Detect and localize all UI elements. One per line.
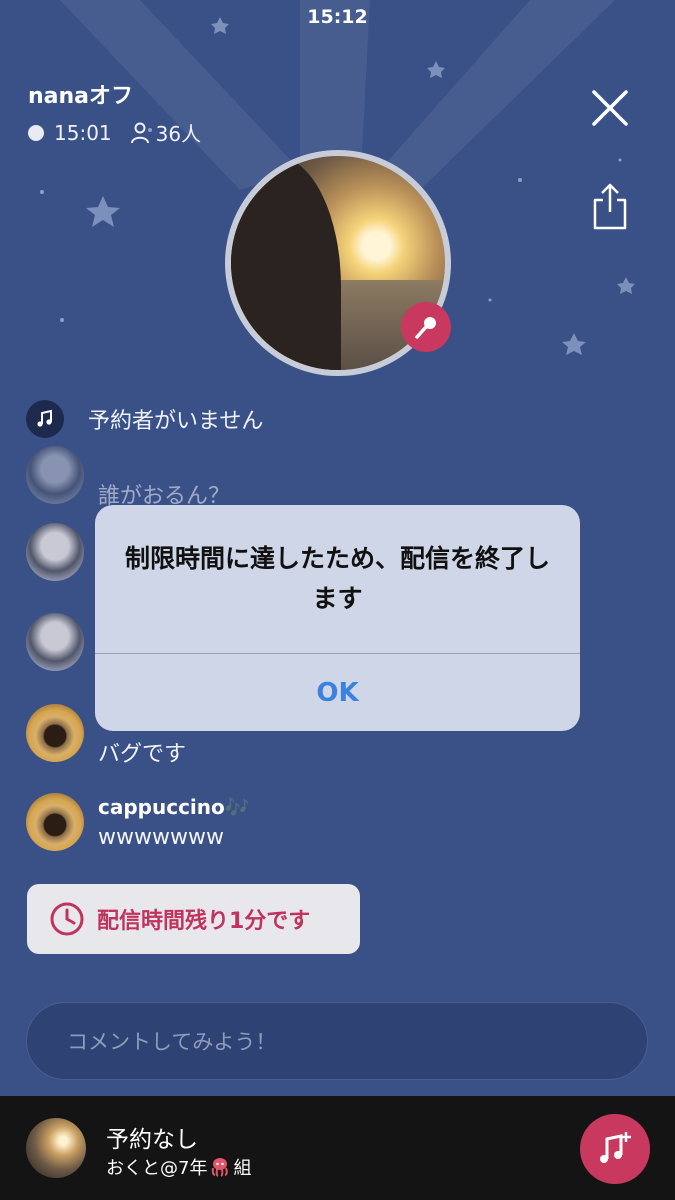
now-playing-title: 予約なし — [106, 1127, 198, 1153]
comment-text: wwwwwww — [98, 825, 224, 850]
comment-text: バグです — [98, 742, 187, 767]
microphone-badge — [401, 302, 451, 352]
now-playing-bar: 予約なし おくと@7年 組 — [0, 1096, 675, 1200]
comment-input[interactable]: コメントしてみよう！ — [26, 1002, 648, 1080]
now-playing-user: おくと@7年 組 — [106, 1154, 251, 1180]
time-remaining-notice: 配信時間残り1分です — [27, 884, 360, 954]
status-bar-time: 15:12 — [307, 6, 368, 28]
avatar-photo-figure — [231, 156, 341, 370]
alert-dialog: 制限時間に達したため、配信を終了します OK — [95, 505, 580, 731]
octopus-icon — [212, 1158, 229, 1177]
reservation-text: 予約者がいません — [88, 409, 264, 434]
commenter-name: cappuccino🎶 — [98, 795, 250, 819]
comment-input-placeholder: コメントしてみよう！ — [67, 1030, 277, 1054]
now-playing-user-prefix: おくと@7年 — [106, 1158, 208, 1179]
clock-icon — [50, 902, 84, 936]
microphone-icon — [415, 317, 436, 339]
alert-ok-button[interactable]: OK — [95, 654, 580, 731]
commenter-avatar[interactable] — [26, 446, 84, 504]
elapsed-time: 15:01 — [54, 120, 112, 145]
share-icon[interactable] — [590, 182, 630, 232]
comment-item — [26, 523, 98, 581]
close-icon[interactable] — [590, 88, 630, 128]
commenter-avatar[interactable] — [26, 704, 84, 762]
alert-message: 制限時間に達したため、配信を終了します — [124, 544, 550, 613]
comment-item: 誰がおるん？ — [26, 446, 230, 510]
music-add-icon — [600, 1132, 631, 1163]
commenter-avatar[interactable] — [26, 793, 84, 851]
comment-item: cappuccino🎶 wwwwwww — [26, 793, 250, 851]
person-icon — [130, 122, 149, 143]
commenter-avatar[interactable] — [26, 613, 84, 671]
comment-item — [26, 613, 98, 671]
live-dot-icon — [28, 124, 44, 141]
commenter-name — [98, 448, 230, 474]
listener-count: 36人 — [155, 122, 202, 146]
add-music-button[interactable] — [580, 1114, 650, 1184]
now-playing-avatar[interactable] — [26, 1118, 86, 1178]
music-note-icon — [26, 400, 64, 438]
now-playing-user-suffix: 組 — [233, 1158, 252, 1179]
room-title: nanaオフ — [28, 84, 134, 109]
reservation-row[interactable]: 予約者がいません — [26, 400, 263, 438]
commenter-avatar[interactable] — [26, 523, 84, 581]
room-meta: 15:01 36人 — [28, 118, 201, 147]
time-remaining-text: 配信時間残り1分です — [97, 909, 311, 934]
